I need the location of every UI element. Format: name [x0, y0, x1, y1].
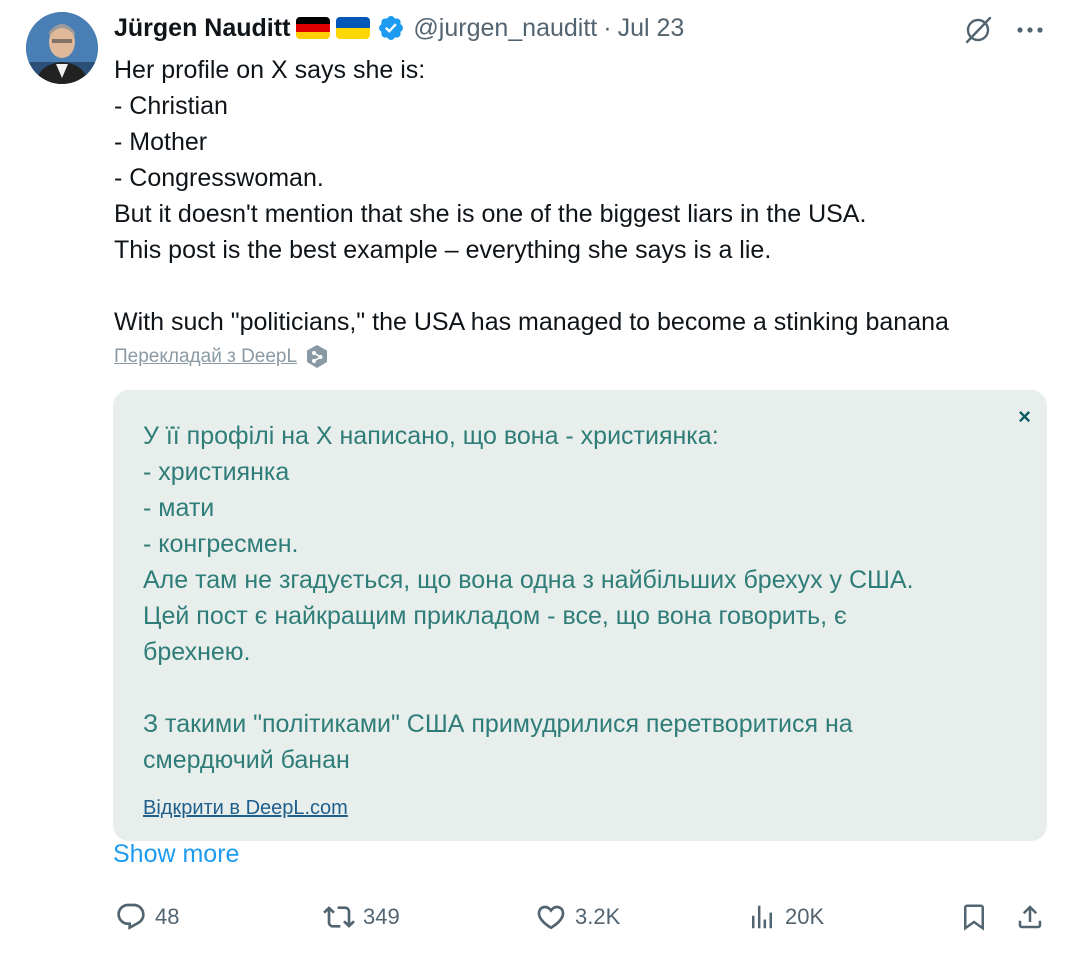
translation-line: З такими "політиками" США примудрилися п… [143, 710, 853, 738]
verified-badge-icon [379, 16, 404, 40]
translation-line: - християнка [143, 458, 290, 486]
tweet-header: Jürgen Nauditt @jurgen_nauditt · Jul 23 [114, 10, 684, 46]
header-separator: · [603, 13, 612, 42]
author-name[interactable]: Jürgen Nauditt [114, 14, 290, 43]
heart-icon [537, 905, 565, 930]
grok-icon[interactable] [962, 14, 994, 46]
translation-line: У її профілі на Х написано, що вона - хр… [143, 422, 719, 450]
translation-text: У її профілі на Х написано, що вона - хр… [143, 418, 1023, 778]
post-date[interactable]: Jul 23 [618, 14, 685, 43]
repost-button[interactable]: 349 [323, 896, 400, 938]
translation-line: - мати [143, 494, 215, 522]
like-button[interactable]: 3.2K [535, 896, 620, 938]
share-button[interactable] [1015, 896, 1045, 938]
more-options-icon[interactable] [1016, 26, 1044, 34]
author-handle[interactable]: @jurgen_nauditt [413, 14, 597, 43]
reply-count: 48 [155, 904, 180, 929]
tweet-line [114, 268, 1054, 304]
translate-link: Перекладай з DeepL [114, 344, 329, 370]
bookmark-button[interactable] [959, 896, 989, 938]
views-icon [752, 905, 772, 929]
deepl-icon [307, 345, 328, 368]
views-count: 20K [785, 904, 825, 929]
open-in-deepl-link[interactable]: Відкрити в DeepL.com [143, 797, 348, 820]
tweet-line: But it doesn't mention that she is one o… [114, 200, 867, 228]
tweet-line: Her profile on X says she is: [114, 56, 426, 84]
translation-line: Цей пост є найкращим прикладом - все, що… [143, 602, 847, 630]
views-button[interactable]: 20K [747, 896, 824, 938]
top-actions [962, 14, 1044, 46]
reply-button[interactable]: 48 [115, 896, 179, 938]
show-more-link[interactable]: Show more [113, 840, 239, 869]
tweet-line: With such "politicians," the USA has man… [114, 308, 949, 336]
repost-icon [323, 906, 355, 928]
ukraine-flag-icon [336, 17, 371, 39]
tweet-line: - Christian [114, 92, 228, 120]
action-bar: 48 349 3.2K 20K [113, 896, 1048, 938]
translation-line: - конгресмен. [143, 530, 299, 558]
tweet-text: Her profile on X says she is: - Christia… [114, 52, 1054, 340]
like-count: 3.2K [575, 904, 621, 929]
translation-line: Але там не згадується, що вона одна з на… [143, 566, 914, 594]
tweet-line: - Mother [114, 128, 208, 156]
avatar[interactable] [26, 12, 98, 84]
share-icon [1018, 905, 1042, 929]
tweet-line: This post is the best example – everythi… [114, 236, 772, 264]
repost-count: 349 [363, 904, 400, 929]
tweet-line: - Congresswoman. [114, 164, 324, 192]
translation-line: смердючий банан [143, 746, 350, 774]
translation-line [143, 670, 1023, 706]
reply-icon [117, 903, 145, 930]
germany-flag-icon [296, 17, 331, 39]
bookmark-icon [964, 904, 984, 931]
translation-line: брехнею. [143, 638, 251, 666]
translate-with-deepl-link[interactable]: Перекладай з DeepL [114, 346, 297, 368]
